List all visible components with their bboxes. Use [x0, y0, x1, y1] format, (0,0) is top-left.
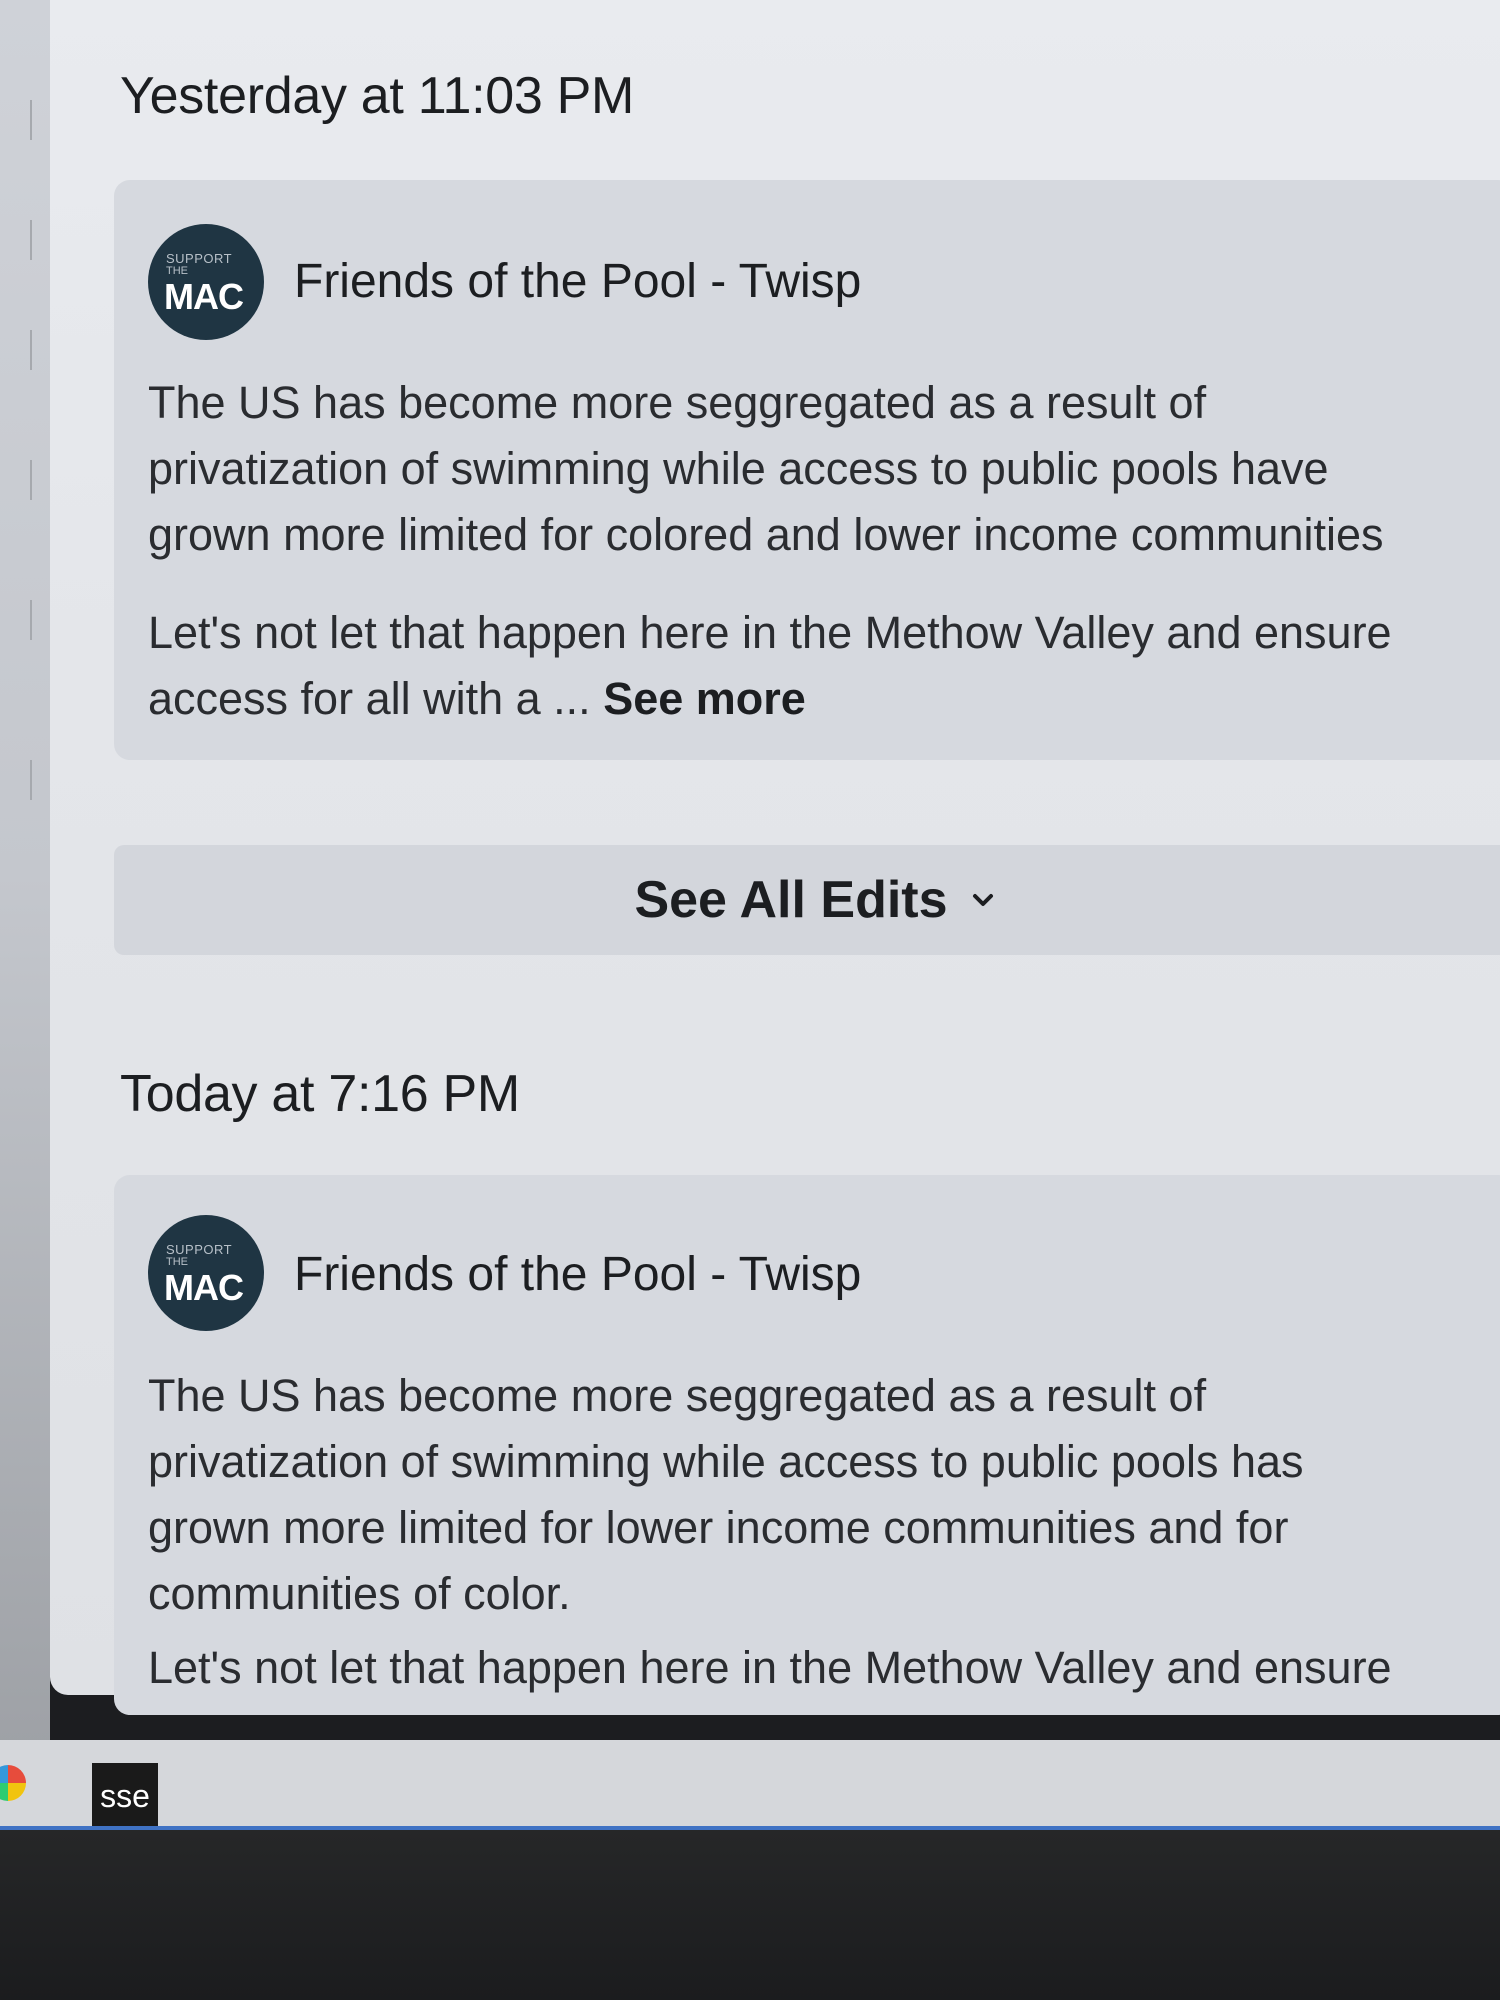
taskbar-app-button[interactable]: sse [92, 1763, 158, 1829]
page-name-link[interactable]: Friends of the Pool - Twisp [294, 254, 861, 309]
edge-tick [30, 460, 44, 500]
taskbar-app-label: sse [100, 1777, 150, 1814]
edge-tick [30, 330, 44, 370]
avatar-text-mac: MAC [164, 1267, 244, 1308]
post-line: Let's not let that happen here in the Me… [148, 1642, 1392, 1693]
post-paragraph: The US has become more seggregated as a … [148, 370, 1500, 568]
see-all-edits-button[interactable]: See All Edits [114, 845, 1500, 955]
post-line: Let's not let that happen here in the Me… [148, 607, 1392, 658]
post-line: The US has become more seggregated as a … [148, 1370, 1207, 1421]
post-paragraph: Let's not let that happen here in the Me… [148, 1635, 1500, 1701]
post-line: access for all with a ... [148, 673, 591, 724]
post-paragraph: The US has become more seggregated as a … [148, 1363, 1500, 1627]
edit-history-panel: Yesterday at 11:03 PM SUPPORT THE MAC Fr… [50, 0, 1500, 1715]
page-avatar[interactable]: SUPPORT THE MAC [148, 1215, 264, 1331]
avatar-text-mac: MAC [164, 276, 244, 317]
revision-timestamp: Today at 7:16 PM [120, 1065, 520, 1123]
see-more-link[interactable]: See more [603, 673, 806, 724]
post-line: The US has become more seggregated as a … [148, 377, 1207, 428]
post-paragraph: Let's not let that happen here in the Me… [148, 600, 1500, 732]
post-line: privatization of swimming while access t… [148, 443, 1329, 494]
left-window-edge [0, 0, 50, 1750]
edge-tick [30, 600, 44, 640]
taskbar [0, 1740, 1500, 1830]
see-all-edits-label: See All Edits [634, 871, 948, 929]
post-line: privatization of swimming while access t… [148, 1436, 1304, 1487]
revision-card: SUPPORT THE MAC Friends of the Pool - Tw… [114, 180, 1500, 760]
post-line: grown more limited for colored and lower… [148, 509, 1384, 560]
edge-tick [30, 220, 44, 260]
edge-tick [30, 100, 44, 140]
revision-card: SUPPORT THE MAC Friends of the Pool - Tw… [114, 1175, 1500, 1715]
photo-screen: Yesterday at 11:03 PM SUPPORT THE MAC Fr… [0, 0, 1500, 2000]
page-name-link[interactable]: Friends of the Pool - Twisp [294, 1247, 861, 1302]
avatar-text-support: SUPPORT [166, 251, 233, 266]
post-line: communities of color. [148, 1568, 571, 1619]
chevron-down-icon [972, 894, 993, 906]
post-line: grown more limited for lower income comm… [148, 1502, 1289, 1553]
post-line-with-more: access for all with a ... See more [148, 666, 1500, 732]
revision-timestamp: Yesterday at 11:03 PM [120, 67, 635, 125]
edge-tick [30, 760, 44, 800]
page-avatar[interactable]: SUPPORT THE MAC [148, 224, 264, 340]
avatar-text-support: SUPPORT [166, 1242, 233, 1257]
monitor-bezel [0, 1830, 1500, 2000]
